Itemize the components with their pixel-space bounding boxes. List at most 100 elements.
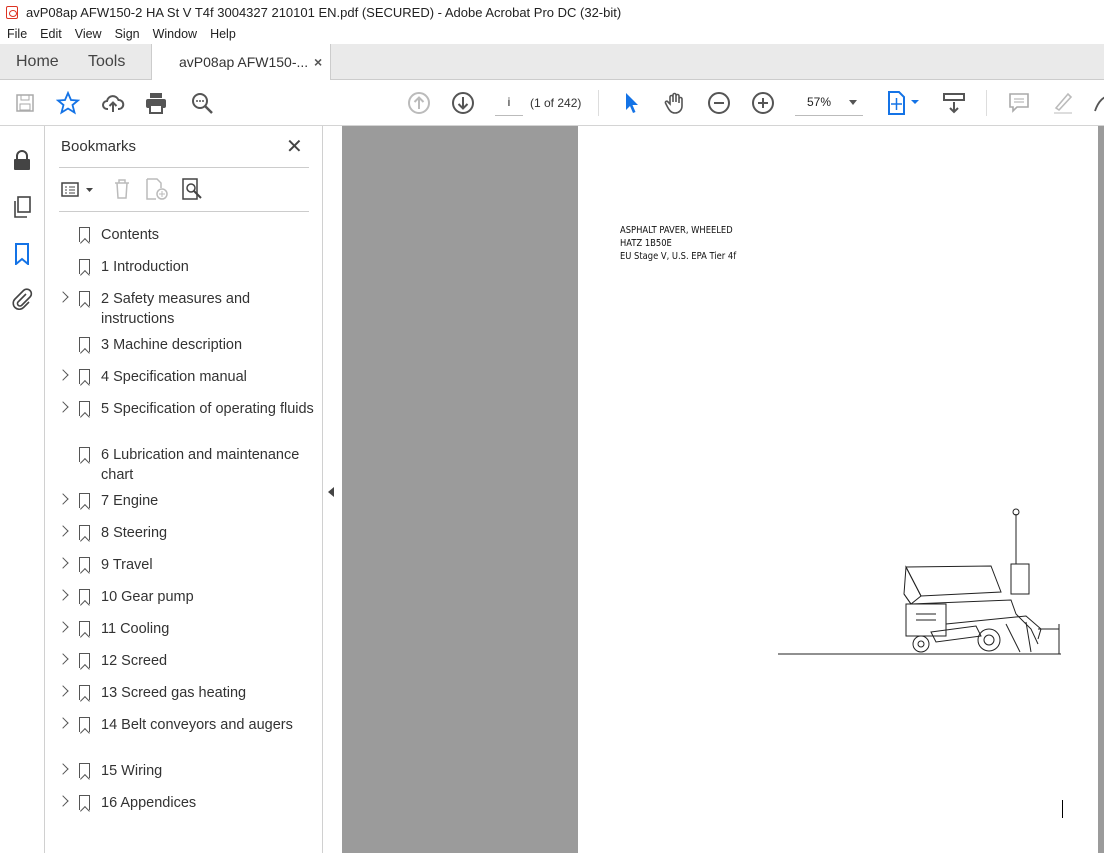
toolbar-divider	[986, 90, 987, 116]
attachment-icon[interactable]	[11, 288, 33, 310]
cover-line: ASPHALT PAVER, WHEELED	[620, 225, 733, 236]
bookmark-label: Contents	[101, 227, 160, 243]
bookmark-label: 14 Belt conveyors and augers	[101, 717, 293, 733]
chevron-right-icon[interactable]	[57, 653, 69, 665]
print-icon[interactable]	[144, 91, 168, 115]
bookmark-label: 5 Specification of operating fluids	[101, 401, 314, 417]
bookmark-label: 1 Introduction	[101, 259, 189, 275]
pdf-page: ASPHALT PAVER, WHEELED HATZ 1B50E EU Sta…	[578, 126, 1098, 853]
divider	[59, 167, 309, 168]
bookmark-label: 7 Engine	[101, 493, 159, 509]
bookmarks-title: Bookmarks	[61, 138, 137, 155]
bookmark-label: 15 Wiring	[101, 763, 163, 779]
bookmark-label: 10 Gear pump	[101, 589, 194, 605]
bookmark-label: 3 Machine description	[101, 337, 243, 353]
star-icon[interactable]	[56, 91, 80, 115]
highlight-icon[interactable]	[1051, 91, 1075, 115]
title-bar: avP08ap AFW150-2 HA St V T4f 3004327 210…	[0, 0, 1104, 24]
chevron-right-icon[interactable]	[57, 717, 69, 729]
menu-edit[interactable]: Edit	[40, 27, 62, 41]
chevron-right-icon[interactable]	[57, 763, 69, 775]
menu-file[interactable]: File	[7, 27, 27, 41]
bookmark-label: 12 Screed	[101, 653, 168, 669]
text-cursor	[1062, 800, 1063, 818]
paver-illustration	[778, 508, 1061, 655]
chevron-right-icon[interactable]	[57, 685, 69, 697]
zoom-out-icon[interactable]	[707, 91, 731, 115]
bookmark-icon	[79, 653, 90, 668]
bookmark-panel-icon[interactable]	[11, 243, 33, 267]
find-bookmark-icon[interactable]	[181, 178, 205, 205]
page-thumbnails-icon[interactable]	[11, 196, 33, 218]
zoom-level-select[interactable]: 57%	[795, 92, 863, 116]
select-cursor-icon[interactable]	[620, 91, 644, 115]
next-page-icon[interactable]	[451, 91, 475, 115]
document-viewer[interactable]: ASPHALT PAVER, WHEELED HATZ 1B50E EU Sta…	[342, 126, 1104, 853]
bookmark-icon	[79, 337, 90, 352]
fit-page-icon[interactable]	[886, 91, 922, 115]
previous-page-icon[interactable]	[407, 91, 431, 115]
chevron-right-icon[interactable]	[57, 401, 69, 413]
chevron-right-icon[interactable]	[57, 525, 69, 537]
collapse-panel-icon[interactable]	[328, 487, 334, 497]
bookmark-icon	[79, 369, 90, 384]
cover-text: ASPHALT PAVER, WHEELED HATZ 1B50E EU Sta…	[620, 224, 736, 263]
panel-splitter[interactable]	[323, 126, 342, 853]
tab-document-label: avP08ap AFW150-...	[179, 54, 309, 70]
bookmark-label: 16 Appendices	[101, 795, 197, 811]
draw-icon[interactable]	[1092, 91, 1104, 115]
scroll-mode-icon[interactable]	[942, 91, 966, 115]
chevron-right-icon[interactable]	[57, 493, 69, 505]
bookmark-icon	[79, 557, 90, 572]
comment-icon[interactable]	[1007, 91, 1031, 115]
toolbar: i (1 of 242) 57%	[0, 80, 1104, 126]
bookmark-icon	[79, 525, 90, 540]
zoom-level-value: 57%	[807, 95, 832, 109]
menu-view[interactable]: View	[75, 27, 102, 41]
bookmark-icon	[79, 447, 90, 462]
bookmark-options-button[interactable]	[61, 181, 97, 204]
bookmark-label: 13 Screed gas heating	[101, 685, 247, 701]
save-icon[interactable]	[13, 91, 37, 115]
divider	[59, 211, 309, 212]
bookmark-label: 4 Specification manual	[101, 369, 247, 385]
chevron-right-icon[interactable]	[57, 621, 69, 633]
bookmark-icon	[79, 227, 90, 242]
close-panel-button[interactable]: ✕	[286, 134, 303, 159]
search-zoom-icon[interactable]	[190, 91, 214, 115]
cover-line: HATZ 1B50E	[620, 238, 672, 249]
chevron-right-icon[interactable]	[57, 291, 69, 303]
delete-bookmark-icon[interactable]	[112, 178, 132, 205]
chevron-right-icon[interactable]	[57, 795, 69, 807]
menu-sign[interactable]: Sign	[115, 27, 140, 41]
bookmark-label: 11 Cooling	[101, 621, 170, 637]
menu-help[interactable]: Help	[210, 27, 236, 41]
bookmark-icon	[79, 259, 90, 274]
bookmarks-panel: Bookmarks ✕ Contents 1 Introduction 2 Safe…	[45, 126, 323, 853]
add-bookmark-icon[interactable]	[145, 178, 169, 205]
tab-home[interactable]: Home	[16, 44, 59, 80]
close-tab-button[interactable]: ×	[314, 44, 322, 80]
bookmark-label: 9 Travel	[101, 557, 153, 573]
bookmark-icon	[79, 795, 90, 810]
menu-bar: File Edit View Sign Window Help	[0, 24, 1104, 44]
chevron-right-icon[interactable]	[57, 589, 69, 601]
left-navigation-rail	[0, 126, 45, 853]
chevron-down-icon	[849, 100, 857, 105]
hand-tool-icon[interactable]	[663, 91, 687, 115]
lock-icon[interactable]	[11, 149, 33, 171]
tab-tools[interactable]: Tools	[88, 44, 125, 80]
page-number-input[interactable]: i	[495, 92, 523, 116]
cover-line: EU Stage V, U.S. EPA Tier 4f	[620, 251, 737, 262]
zoom-in-icon[interactable]	[751, 91, 775, 115]
bookmark-icon	[79, 685, 90, 700]
bookmark-label: 6 Lubrication and maintenance chart	[101, 447, 300, 483]
chevron-right-icon[interactable]	[57, 557, 69, 569]
upload-cloud-icon[interactable]	[101, 91, 125, 115]
window-title: avP08ap AFW150-2 HA St V T4f 3004327 210…	[26, 4, 622, 20]
page-count: (1 of 242)	[530, 96, 582, 110]
bookmark-icon	[79, 401, 90, 416]
chevron-right-icon[interactable]	[57, 369, 69, 381]
tab-document[interactable]: avP08ap AFW150-... ×	[151, 44, 331, 81]
menu-window[interactable]: Window	[153, 27, 197, 41]
